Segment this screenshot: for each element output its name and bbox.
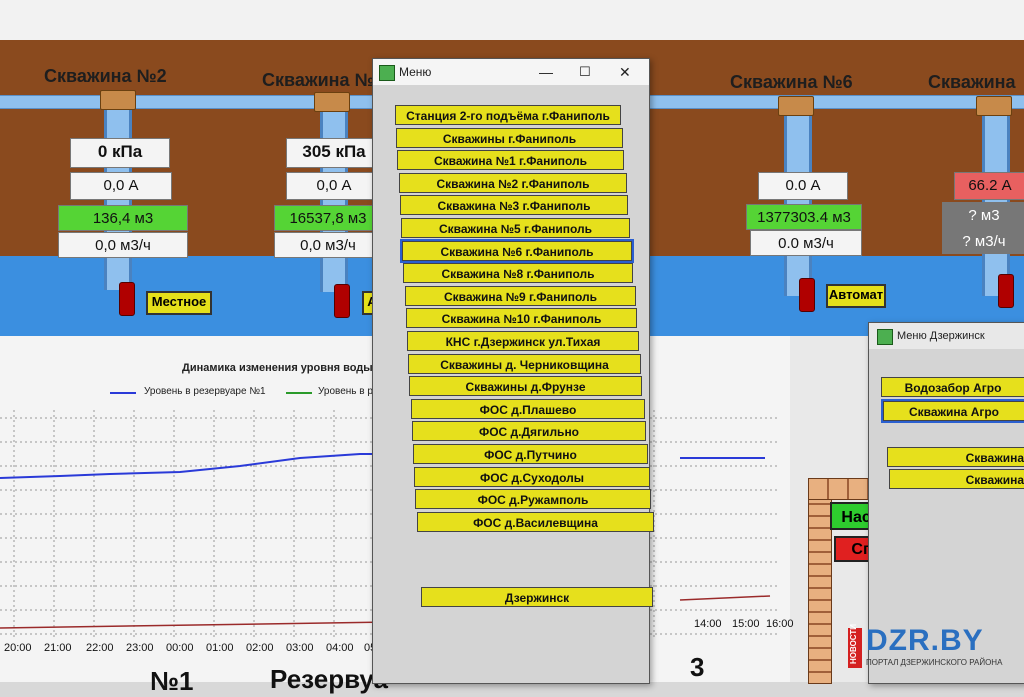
- current-readout: 66.2 А: [954, 172, 1024, 200]
- valve-icon: [778, 96, 814, 116]
- volume-readout: 136,4 м3: [58, 205, 188, 231]
- x-tick-label: 20:00: [4, 642, 32, 654]
- pump-icon: [998, 274, 1014, 308]
- window-title: Меню: [399, 65, 432, 79]
- flow-readout: ? м3/ч: [942, 228, 1024, 254]
- well-title: Скважина №: [262, 70, 375, 90]
- pump-icon: [334, 284, 350, 318]
- screen-top-margin: [0, 0, 1024, 40]
- x-tick-label: 22:00: [86, 642, 114, 654]
- valve-icon: [976, 96, 1012, 116]
- x-tick-label: 16:00: [766, 618, 794, 630]
- volume-readout: 1377303.4 м3: [746, 204, 862, 230]
- menu-item-dzerzhinsk[interactable]: Дзержинск: [421, 587, 653, 607]
- menu2-item[interactable]: Скважина Агро: [881, 399, 1024, 423]
- chart-title: Динамика изменения уровня воды в р: [182, 362, 393, 374]
- valve-icon: [100, 90, 136, 110]
- mode-button[interactable]: Автомат: [826, 284, 886, 308]
- x-tick-label: 03:00: [286, 642, 314, 654]
- current-readout: 0,0 А: [70, 172, 172, 200]
- series-line-reservoir-2-right: [679, 595, 771, 601]
- menu2-item[interactable]: Водозабор Агро: [881, 377, 1024, 397]
- well-title: Скважина №2: [44, 66, 167, 86]
- reservoir-label: Резервуа: [270, 664, 388, 694]
- x-tick-label: 00:00: [166, 642, 194, 654]
- logo-news-strip: НОВОСТИ: [848, 624, 862, 668]
- window-title: Меню Дзержинск: [897, 330, 985, 342]
- menu2-item[interactable]: Скважина: [889, 469, 1024, 489]
- logo-brand: DZR.BY: [866, 624, 984, 657]
- menu-item[interactable]: Скважины г.Фаниполь: [396, 127, 623, 148]
- menu-item[interactable]: Скважина №1 г.Фаниполь: [397, 150, 624, 171]
- pump-icon: [799, 278, 815, 312]
- valve-icon: [314, 92, 350, 112]
- x-tick-label: 15:00: [732, 618, 760, 630]
- logo-subtitle: ПОРТАЛ ДЗЕРЖИНСКОГО РАЙОНА: [866, 658, 1003, 667]
- menu-item[interactable]: Станция 2-го подъёма г.Фаниполь: [395, 105, 621, 125]
- menu-item[interactable]: Скважина №9 г.Фаниполь: [405, 285, 636, 306]
- menu2-item[interactable]: Скважина: [887, 447, 1024, 467]
- reservoir-label-right: 3: [690, 652, 705, 682]
- pump-icon: [119, 282, 135, 316]
- x-tick-label: 01:00: [206, 642, 234, 654]
- well-riser: [104, 110, 132, 290]
- legend-entry: Уровень в резервуаре №1: [144, 386, 266, 397]
- well-title: Скважина №6: [730, 72, 853, 92]
- legend-swatch: [110, 392, 136, 394]
- menu-item[interactable]: ФОС д.Дягильно: [412, 421, 646, 442]
- menu-item[interactable]: Скважина №2 г.Фаниполь: [399, 172, 627, 193]
- close-icon[interactable]: ✕: [619, 59, 631, 85]
- menu-window: Меню — ☐ ✕ Станция 2-го подъёма г.Фанипо…: [372, 58, 654, 684]
- x-tick-label: 04:00: [326, 642, 354, 654]
- menu-item[interactable]: ФОС д.Плашево: [411, 398, 645, 419]
- volume-readout: ? м3: [942, 202, 1024, 228]
- menu-item[interactable]: ФОС д.Ружамполь: [415, 489, 651, 510]
- menu-item[interactable]: ФОС д.Василевщина: [417, 511, 654, 532]
- menu-item[interactable]: Скважина №6 г.Фаниполь: [400, 238, 634, 263]
- well-title: Скважина: [928, 72, 1016, 92]
- current-readout: 0.0 А: [758, 172, 848, 200]
- minimize-icon[interactable]: —: [539, 59, 553, 85]
- x-tick-label: 21:00: [44, 642, 72, 654]
- menu-item[interactable]: Скважина №8 г.Фаниполь: [403, 263, 633, 284]
- pressure-readout: 0 кПа: [70, 138, 170, 168]
- window-titlebar[interactable]: Меню Дзержинск: [869, 323, 1024, 349]
- tank-wall: [808, 478, 832, 684]
- logo-news-label: НОВОСТИ: [849, 623, 858, 664]
- menu-item[interactable]: Скважина №10 г.Фаниполь: [406, 308, 637, 329]
- flow-readout: 0,0 м3/ч: [274, 232, 382, 258]
- dzr-logo: НОВОСТИ DZR.BY ПОРТАЛ ДЗЕРЖИНСКОГО РАЙОН…: [848, 624, 1018, 670]
- app-icon: [877, 329, 893, 345]
- menu-item[interactable]: КНС г.Дзержинск ул.Тихая: [407, 331, 639, 351]
- current-readout: 0,0 А: [286, 172, 382, 200]
- menu-item[interactable]: ФОС д.Суходолы: [414, 466, 650, 487]
- volume-readout: 16537,8 м3: [274, 205, 382, 231]
- window-titlebar[interactable]: Меню — ☐ ✕: [373, 59, 649, 85]
- series-line-reservoir-2: [0, 621, 391, 629]
- menu-item[interactable]: Скважины д. Черниковщина: [408, 353, 641, 374]
- menu-item[interactable]: Скважина №3 г.Фаниполь: [400, 195, 628, 216]
- x-tick-label: 02:00: [246, 642, 274, 654]
- legend-swatch: [286, 392, 312, 394]
- menu-item[interactable]: ФОС д.Путчино: [413, 444, 648, 464]
- maximize-icon[interactable]: ☐: [579, 59, 591, 85]
- menu-item[interactable]: Скважины д.Фрунзе: [409, 376, 642, 397]
- app-icon: [379, 65, 395, 81]
- pressure-readout: 305 кПа: [286, 138, 382, 168]
- x-tick-label: 23:00: [126, 642, 154, 654]
- mode-button[interactable]: Местное: [146, 291, 212, 315]
- flow-readout: 0.0 м3/ч: [750, 230, 862, 256]
- flow-readout: 0,0 м3/ч: [58, 232, 188, 258]
- x-tick-label: 14:00: [694, 618, 722, 630]
- menu-item[interactable]: Скважина №5 г.Фаниполь: [401, 218, 630, 238]
